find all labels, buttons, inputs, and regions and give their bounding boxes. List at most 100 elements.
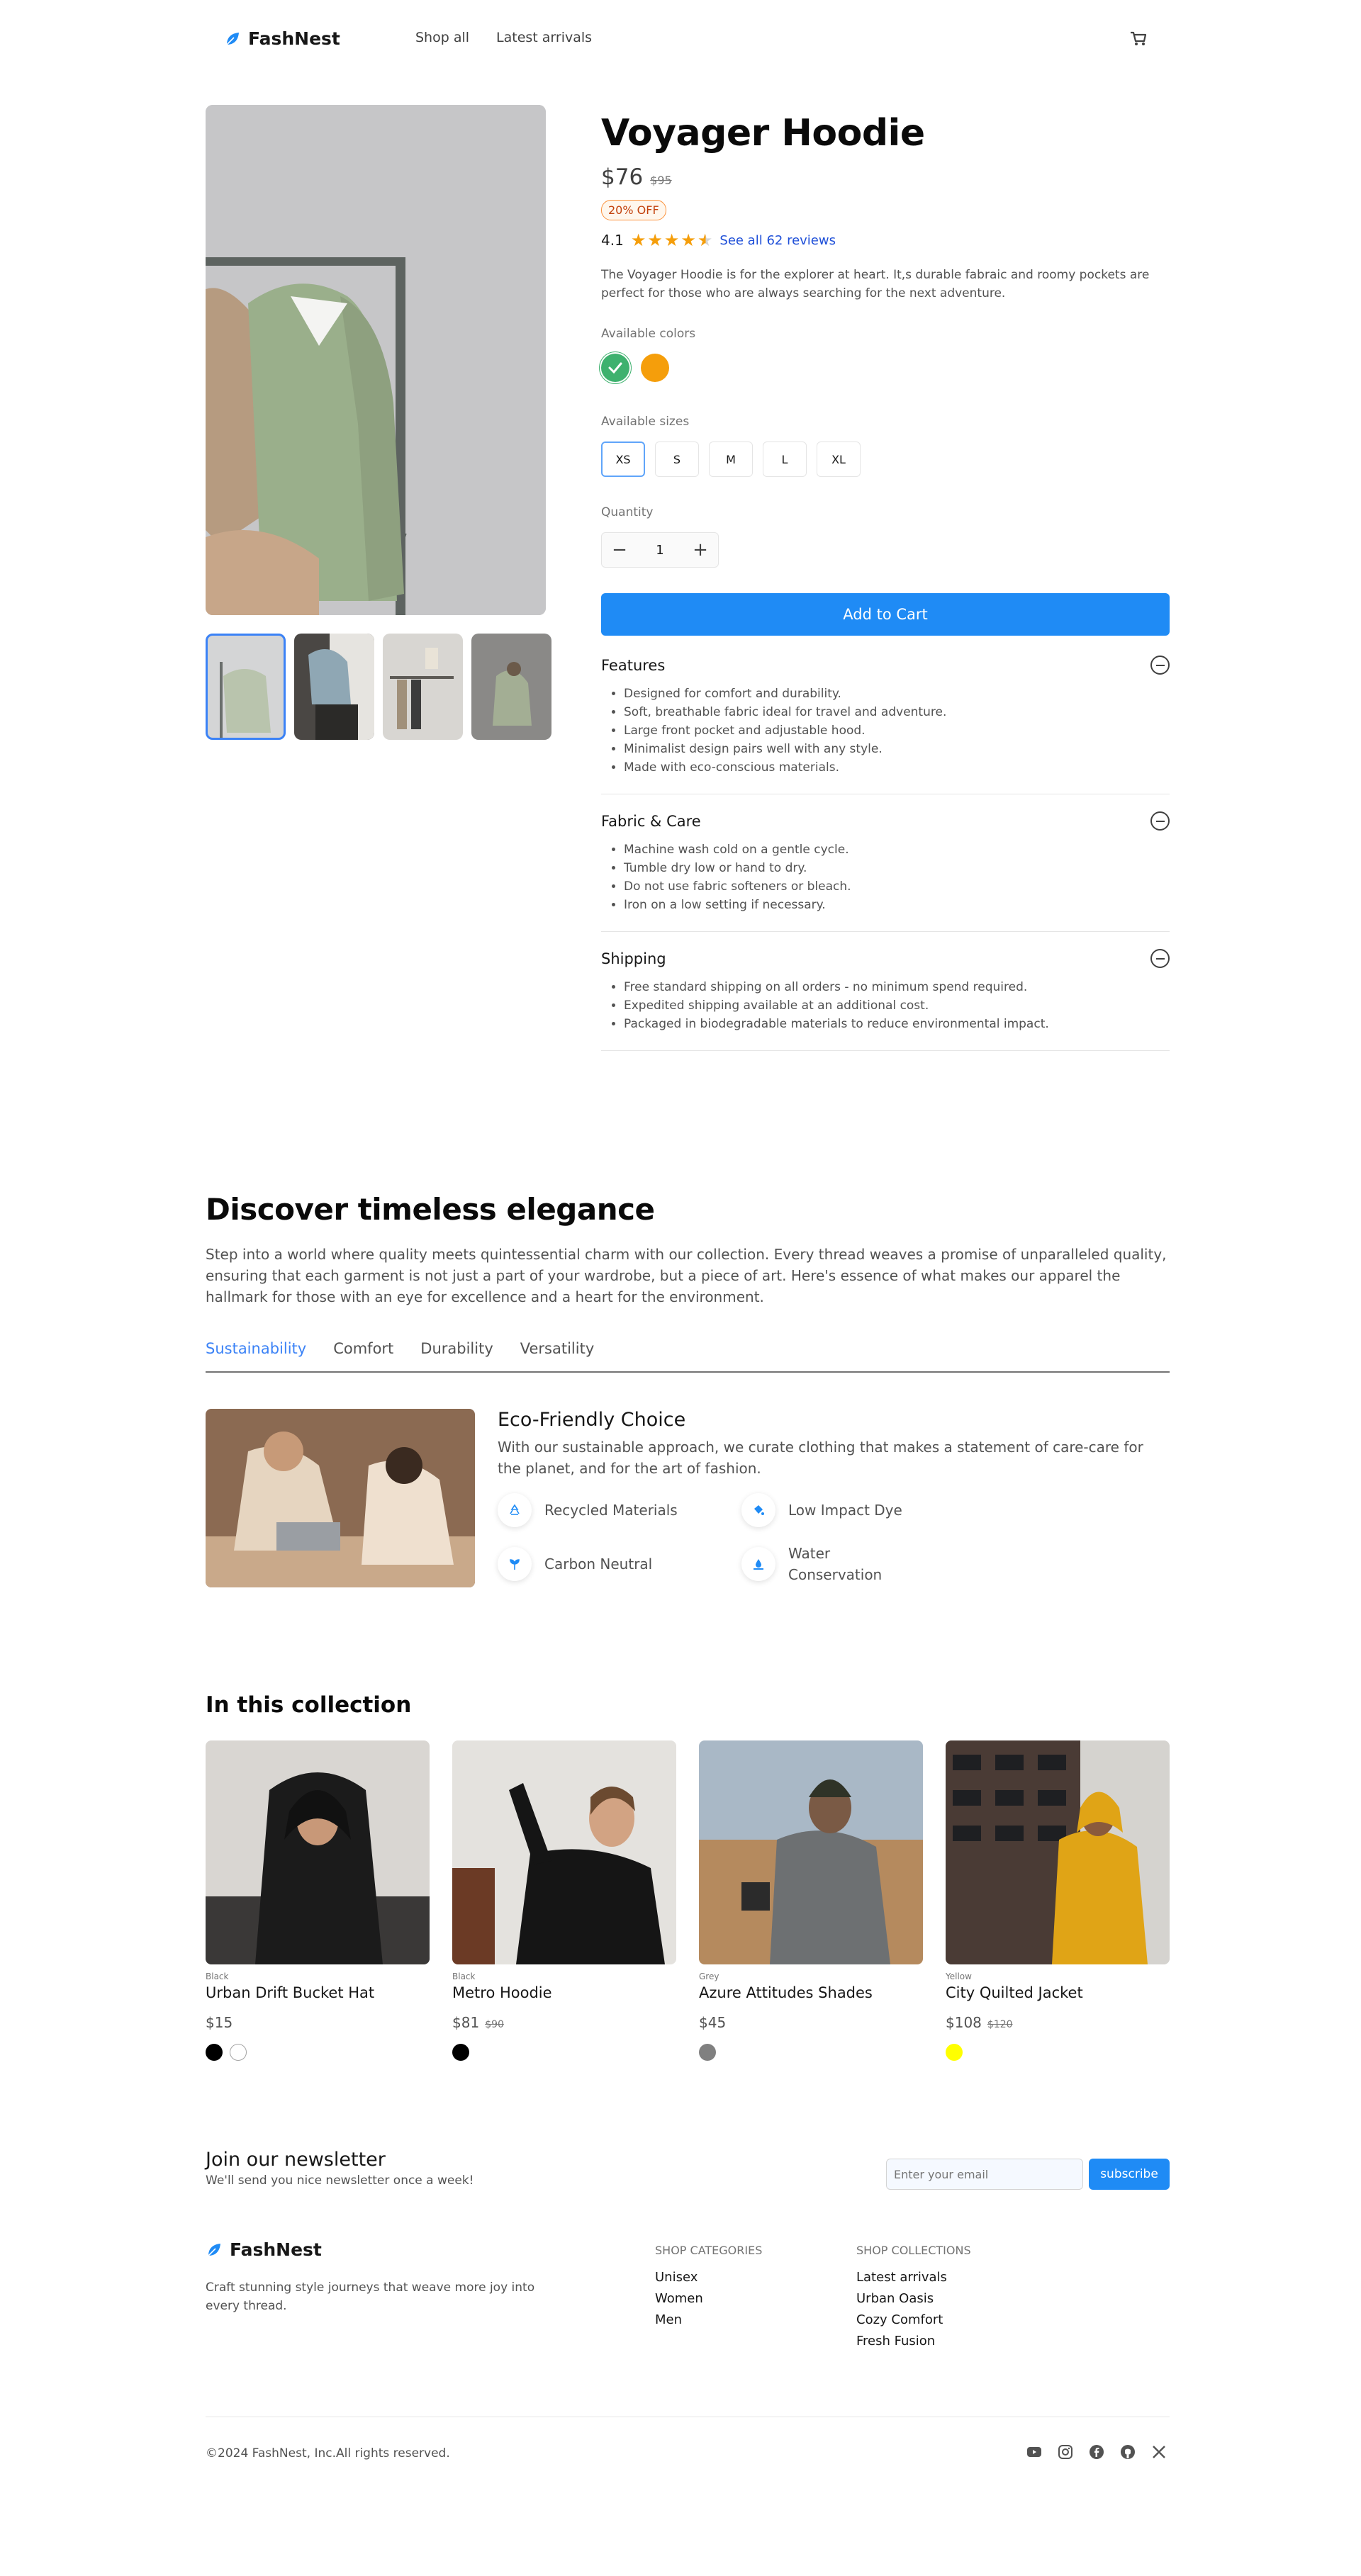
brand-name: FashNest xyxy=(248,28,340,49)
collapse-icon[interactable] xyxy=(1150,811,1170,831)
plus-icon[interactable]: + xyxy=(683,532,718,568)
accordion-fabric-care: Fabric & Care Machine wash cold on a gen… xyxy=(601,794,1170,932)
check-icon xyxy=(608,362,622,374)
list-item: Minimalist design pairs well with any st… xyxy=(624,740,1170,758)
product-main-image xyxy=(206,105,546,615)
feature-label: Recycled Materials xyxy=(544,1502,678,1519)
accordion-title: Fabric & Care xyxy=(601,812,701,830)
tab-sustainability[interactable]: Sustainability xyxy=(206,1340,306,1371)
star-icon: ★ xyxy=(680,230,696,250)
instagram-icon[interactable] xyxy=(1058,2444,1073,2460)
size-xl[interactable]: XL xyxy=(817,441,861,477)
footer-link[interactable]: Women xyxy=(655,2288,762,2310)
swatch-yellow[interactable] xyxy=(946,2044,963,2061)
thumbnail-2[interactable] xyxy=(294,634,374,740)
thumbnail-1[interactable] xyxy=(206,634,286,740)
tab-versatility[interactable]: Versatility xyxy=(520,1340,595,1371)
product-price: $76 xyxy=(601,164,644,190)
product-price-old: $90 xyxy=(485,2019,504,2030)
leaf-logo-icon xyxy=(226,32,239,45)
site-header: FashNest Shop all Latest arrivals xyxy=(206,0,1170,78)
footer-link[interactable]: Latest arrivals xyxy=(856,2267,971,2288)
collapse-icon[interactable] xyxy=(1150,949,1170,968)
minus-icon[interactable]: − xyxy=(602,532,637,568)
leaf-logo-icon xyxy=(208,2243,220,2256)
rating-row: 4.1 ★ ★ ★ ★ ★ See all 62 reviews xyxy=(601,232,1170,249)
thumbnail-4[interactable] xyxy=(471,634,551,740)
x-icon[interactable] xyxy=(1151,2444,1167,2460)
product-name: City Quilted Jacket xyxy=(946,1984,1083,2001)
product-grid: Black Urban Drift Bucket Hat $15 Black M… xyxy=(206,1740,1170,2061)
see-reviews-link[interactable]: See all 62 reviews xyxy=(719,233,836,248)
list-item: Large front pocket and adjustable hood. xyxy=(624,721,1170,740)
feature-text: With our sustainable approach, we curate… xyxy=(498,1439,1143,1477)
size-l[interactable]: L xyxy=(763,441,807,477)
product-image xyxy=(206,1740,430,1964)
nav-latest-arrivals[interactable]: Latest arrivals xyxy=(496,30,592,45)
accordion: Features Designed for comfort and durabi… xyxy=(601,639,1170,1051)
discover-tabs: Sustainability Comfort Durability Versat… xyxy=(206,1340,1170,1373)
github-icon[interactable] xyxy=(1120,2444,1136,2460)
newsletter-form: subscribe xyxy=(886,2159,1170,2190)
product-info: Voyager Hoodie $76 $95 20% OFF 4.1 ★ ★ ★ ★ ★… xyxy=(601,105,1170,1051)
product-price: $108 xyxy=(946,2014,982,2031)
product-card[interactable]: Black Metro Hoodie $81 $90 xyxy=(452,1740,676,2061)
list-item: Tumble dry low or hand to dry. xyxy=(624,859,1170,877)
tab-durability[interactable]: Durability xyxy=(420,1340,493,1371)
size-xs[interactable]: XS xyxy=(601,441,645,477)
swatch-grey[interactable] xyxy=(699,2044,716,2061)
footer-column-title: SHOP CATEGORIES xyxy=(655,2244,763,2257)
list-item: Made with eco-conscious materials. xyxy=(624,758,1170,777)
product-card[interactable]: Grey Azure Attitudes Shades $45 xyxy=(699,1740,923,2061)
color-swatch-green[interactable] xyxy=(601,354,629,382)
tab-comfort[interactable]: Comfort xyxy=(333,1340,393,1371)
footer-link[interactable]: Men xyxy=(655,2310,762,2331)
list-item: Do not use fabric softeners or bleach. xyxy=(624,877,1170,896)
facebook-icon[interactable] xyxy=(1089,2444,1104,2460)
social-links xyxy=(1026,2444,1167,2460)
sizes-label: Available sizes xyxy=(601,415,690,429)
footer: FashNest Craft stunning style journeys t… xyxy=(206,2239,1170,2374)
footer-column-title: SHOP COLLECTIONS xyxy=(856,2244,971,2257)
product-card[interactable]: Black Urban Drift Bucket Hat $15 xyxy=(206,1740,430,2061)
copyright: ©2024 FashNest, Inc.All rights reserved. xyxy=(206,2446,450,2460)
star-icon: ★ xyxy=(647,230,663,250)
subscribe-button[interactable]: subscribe xyxy=(1089,2159,1170,2190)
product-price: $45 xyxy=(699,2014,727,2031)
collapse-icon[interactable] xyxy=(1150,656,1170,675)
feature-label: Water Conservation xyxy=(788,1545,883,1583)
email-field[interactable] xyxy=(886,2159,1083,2190)
add-to-cart-button[interactable]: Add to Cart xyxy=(601,593,1170,636)
discover-title: Discover timeless elegance xyxy=(206,1192,655,1227)
star-rating: ★ ★ ★ ★ ★ xyxy=(631,232,713,249)
product-name: Azure Attitudes Shades xyxy=(699,1984,873,2001)
color-swatch-orange[interactable] xyxy=(641,354,669,382)
swatch-black[interactable] xyxy=(452,2044,469,2061)
thumbnail-3[interactable] xyxy=(383,634,463,740)
collection-title: In this collection xyxy=(206,1692,412,1718)
footer-link[interactable]: Cozy Comfort xyxy=(856,2310,971,2331)
youtube-icon[interactable] xyxy=(1026,2444,1042,2460)
newsletter-section: Join our newsletter We'll send you nice … xyxy=(206,2149,1170,2205)
list-item: Packaged in biodegradable materials to r… xyxy=(624,1015,1170,1033)
product-name: Urban Drift Bucket Hat xyxy=(206,1984,375,2001)
size-m[interactable]: M xyxy=(709,441,753,477)
footer-link[interactable]: Unisex xyxy=(655,2267,762,2288)
accordion-title: Features xyxy=(601,656,666,674)
footer-link[interactable]: Fresh Fusion xyxy=(856,2331,971,2352)
product-card[interactable]: Yellow City Quilted Jacket $108 $120 xyxy=(946,1740,1170,2061)
water-drop-icon xyxy=(741,1547,775,1581)
product-price-old: $120 xyxy=(987,2019,1013,2030)
size-s[interactable]: S xyxy=(655,441,699,477)
brand-logo[interactable]: FashNest xyxy=(224,28,340,49)
swatch-black[interactable] xyxy=(206,2044,223,2061)
swatch-white[interactable] xyxy=(230,2044,247,2061)
nav-shop-all[interactable]: Shop all xyxy=(415,30,469,45)
product-image xyxy=(699,1740,923,1964)
cart-icon[interactable] xyxy=(1127,27,1150,50)
rating-value: 4.1 xyxy=(601,232,624,249)
footer-link[interactable]: Urban Oasis xyxy=(856,2288,971,2310)
color-options xyxy=(601,354,1170,382)
star-half-icon: ★ xyxy=(697,230,713,250)
footer-tagline: Craft stunning style journeys that weave… xyxy=(206,2280,535,2313)
